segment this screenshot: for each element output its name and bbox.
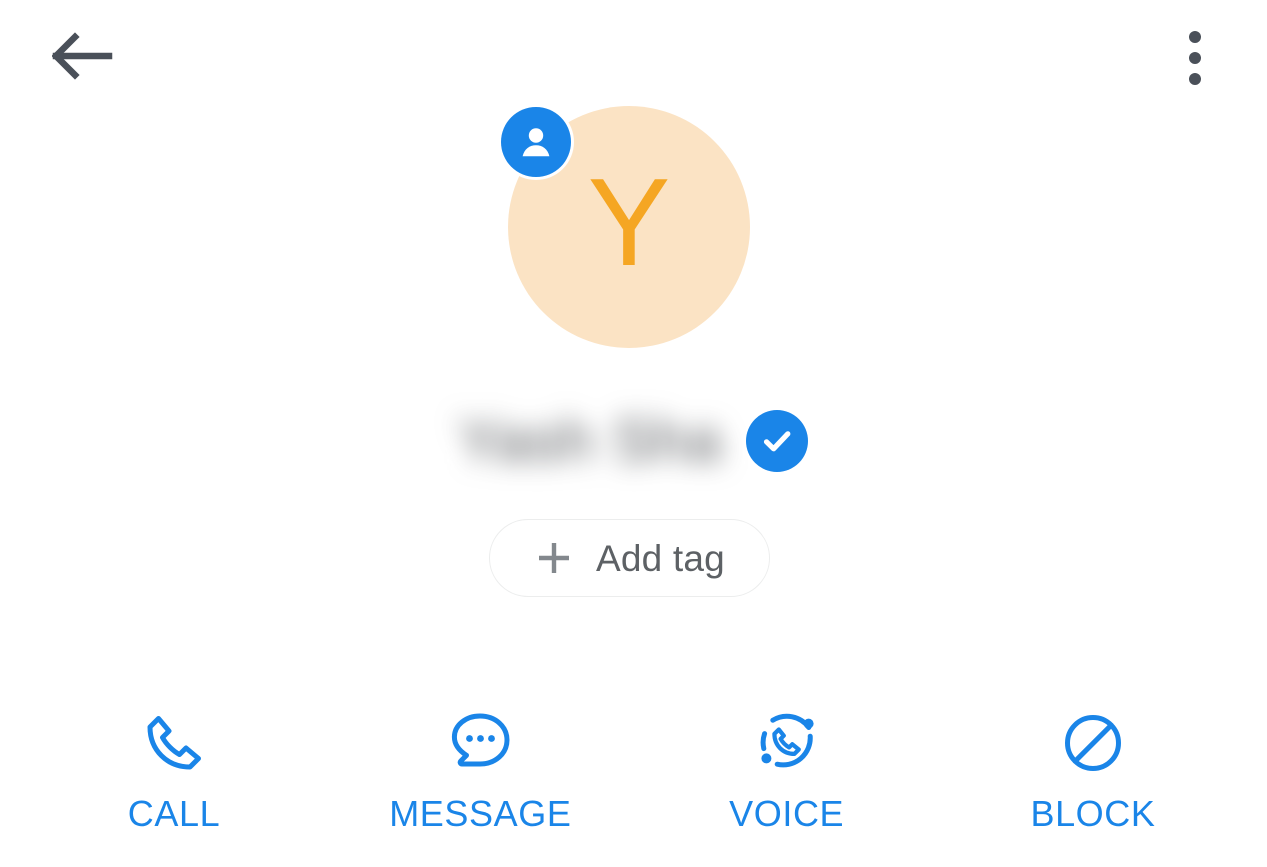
more-vertical-icon-dot-1 bbox=[1189, 31, 1201, 43]
more-vertical-icon-dot-3 bbox=[1189, 73, 1201, 85]
contact-name-redacted: Yash Sha bbox=[459, 404, 723, 478]
block-icon bbox=[1054, 704, 1132, 782]
person-icon bbox=[501, 107, 571, 177]
phone-icon bbox=[135, 704, 213, 782]
back-button[interactable] bbox=[40, 18, 126, 98]
action-voice[interactable]: VOICE bbox=[637, 692, 937, 867]
plus-icon bbox=[534, 538, 574, 578]
add-tag-button[interactable]: Add tag bbox=[489, 519, 770, 597]
verified-check-icon[interactable] bbox=[746, 410, 809, 472]
more-vertical-icon-dot-2 bbox=[1189, 52, 1201, 64]
action-message[interactable]: MESSAGE bbox=[330, 692, 630, 867]
action-call-label: CALL bbox=[127, 793, 221, 834]
avatar[interactable]: Y bbox=[498, 104, 750, 348]
avatar-initial: Y bbox=[587, 154, 671, 292]
overflow-menu-button[interactable] bbox=[1159, 18, 1231, 98]
contact-name: Yash Sha bbox=[458, 407, 723, 474]
voip-call-icon bbox=[748, 704, 826, 782]
action-message-label: MESSAGE bbox=[389, 793, 572, 834]
add-tag-label: Add tag bbox=[596, 537, 725, 579]
action-call[interactable]: CALL bbox=[24, 692, 324, 867]
action-block[interactable]: BLOCK bbox=[943, 692, 1243, 867]
contact-details-screen: Y Yash Sha Add tag CALL MESSAGE VOICE BL… bbox=[0, 0, 1267, 867]
action-block-label: BLOCK bbox=[1030, 793, 1156, 834]
arrow-left-icon bbox=[51, 31, 114, 85]
action-voice-label: VOICE bbox=[729, 793, 845, 834]
chat-bubble-icon bbox=[441, 704, 519, 782]
contact-name-row: Yash Sha bbox=[0, 386, 1267, 496]
action-bar: CALL MESSAGE VOICE BLOCK bbox=[0, 692, 1267, 867]
top-app-bar bbox=[0, 0, 1267, 112]
avatar-profile-badge[interactable] bbox=[498, 104, 574, 180]
